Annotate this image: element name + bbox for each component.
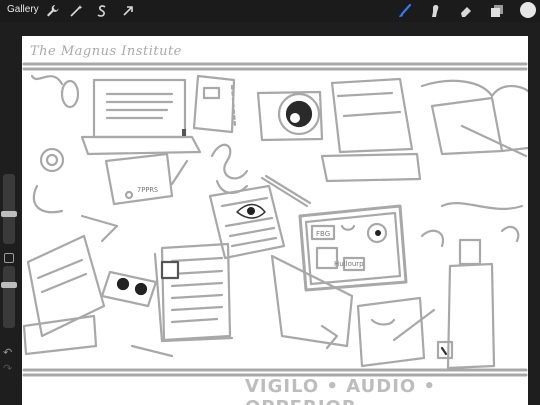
gallery-button[interactable]: Gallery [7, 4, 39, 15]
canvas-footer-text: VIGILO • AUDIO • OPPERIOR [245, 376, 436, 405]
eye-document-sketch [208, 184, 286, 260]
redo-icon[interactable]: ↷ [3, 362, 12, 375]
undo-icon[interactable]: ↶ [3, 346, 12, 359]
top-toolbar: Gallery [0, 0, 540, 22]
left-sidebar: ↶ ↷ [0, 22, 20, 405]
paper-stack-sketch [153, 242, 234, 343]
bottle-sketch [436, 238, 496, 370]
smudge-icon[interactable] [427, 3, 443, 19]
adjustments-magic-icon[interactable] [68, 3, 84, 19]
selection-s-icon[interactable] [94, 3, 110, 19]
drawing-canvas[interactable]: 7PPRS FBG Hullourp The Magnus Institute … [22, 36, 528, 405]
small-note-label: 7PPRS [137, 186, 158, 194]
notebook-sketch [192, 74, 237, 134]
brush-size-slider[interactable] [1, 174, 17, 244]
sketchbook-sketch [356, 296, 436, 368]
brush-icon[interactable] [397, 3, 413, 19]
transform-arrow-icon[interactable] [120, 3, 136, 19]
small-note-sketch: 7PPRS [104, 152, 189, 206]
color-swatch[interactable] [520, 2, 536, 18]
calligraphy-sketch [210, 143, 249, 194]
laptop-sketch-left [22, 234, 106, 356]
modify-button[interactable] [4, 253, 14, 263]
coffee-mug-sketch [256, 90, 324, 142]
opacity-slider[interactable] [1, 266, 17, 328]
opacity-knob[interactable] [1, 282, 17, 288]
headphones-sketch [32, 147, 65, 214]
procreate-app: Gallery ↶ ↷ 7PPRS FBG Hullourp The Magnu… [0, 0, 540, 405]
cassette-sketch [100, 270, 158, 308]
eraser-icon[interactable] [458, 3, 474, 19]
actions-wrench-icon[interactable] [44, 3, 60, 19]
layers-icon[interactable] [489, 3, 505, 19]
brush-size-knob[interactable] [1, 211, 17, 217]
board-note-label: Hullourp [334, 260, 364, 268]
open-book-sketch [420, 79, 528, 156]
laptop-sketch-top [80, 78, 202, 156]
sketch-drawing: 7PPRS FBG Hullourp [22, 62, 528, 377]
board-tag-label: FBG [316, 230, 330, 238]
mouse-sketch [30, 74, 80, 109]
laptop-sketch-right [320, 77, 422, 183]
canvas-header-text: The Magnus Institute [30, 44, 182, 59]
